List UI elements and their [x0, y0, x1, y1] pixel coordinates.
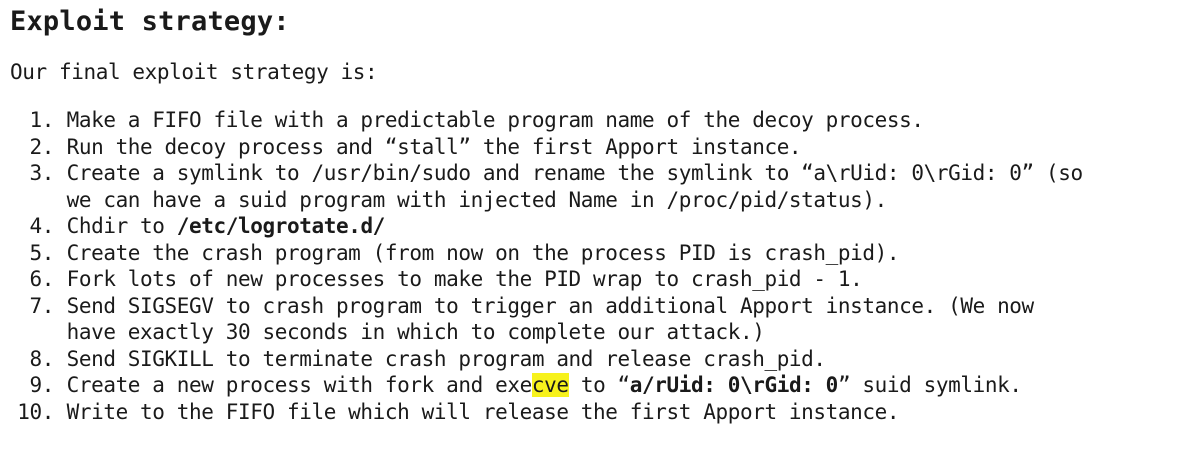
step-text: Chdir to /etc/logrotate.d/	[66, 213, 386, 240]
step-text: we can have a suid program with injected…	[66, 187, 888, 212]
step-text-plain: ” suid symlink.	[837, 373, 1022, 397]
step-number: 5.	[29, 240, 55, 265]
step-number: 10.	[17, 399, 54, 424]
document: Exploit strategy: Our final exploit stra…	[10, 0, 1195, 425]
section-heading: Exploit strategy:	[10, 6, 290, 37]
step-number: 8.	[29, 346, 55, 371]
symlink-name-bold: a/rUid: 0\rGid: 0	[629, 373, 839, 397]
intro-text: Our final exploit strategy is:	[10, 60, 378, 84]
step-number: 1.	[29, 108, 55, 132]
step-text: Create a symlink to /usr/bin/sudo and re…	[66, 161, 1084, 185]
step-text: Write to the FIFO file which will releas…	[66, 399, 900, 424]
step-text-plain: Chdir to	[66, 214, 177, 238]
list-item: 1. Make a FIFO file with a predictable p…	[10, 107, 1195, 134]
list-item: 9. Create a new process with fork and ex…	[10, 372, 1195, 399]
list-item: 7. Send SIGSEGV to crash program to trig…	[10, 293, 1195, 320]
highlighted-text: cve	[531, 373, 569, 397]
list-item: 6. Fork lots of new processes to make th…	[10, 266, 1195, 293]
step-text: Create the crash program (from now on th…	[66, 240, 900, 265]
step-text: Send SIGKILL to terminate crash program …	[66, 346, 826, 371]
step-text-plain: to “	[568, 373, 630, 397]
path-bold: /etc/logrotate.d/	[176, 214, 386, 238]
step-text: Create a new process with fork and execv…	[67, 372, 1022, 399]
steps-list: 1. Make a FIFO file with a predictable p…	[10, 107, 1195, 425]
list-item: 3. Create a symlink to /usr/bin/sudo and…	[10, 160, 1195, 187]
list-item: 2. Run the decoy process and “stall” the…	[10, 134, 1195, 161]
step-text-plain: Create a new process with fork and exe	[66, 373, 533, 397]
list-item-continuation: have exactly 30 seconds in which to comp…	[10, 319, 1195, 346]
step-text: Send SIGSEGV to crash program to trigger…	[66, 293, 1035, 318]
step-number: 6.	[29, 267, 55, 291]
list-item: 5. Create the crash program (from now on…	[10, 240, 1195, 267]
list-item: 10. Write to the FIFO file which will re…	[10, 399, 1195, 426]
list-item: 8. Send SIGKILL to terminate crash progr…	[10, 346, 1195, 373]
step-text: Make a FIFO file with a predictable prog…	[66, 108, 924, 132]
step-text: Run the decoy process and “stall” the fi…	[66, 134, 802, 159]
step-text: have exactly 30 seconds in which to comp…	[66, 320, 765, 344]
step-number: 7.	[29, 293, 55, 318]
step-number: 9.	[29, 373, 55, 397]
list-item: 4. Chdir to /etc/logrotate.d/	[10, 213, 1195, 240]
list-item-continuation: we can have a suid program with injected…	[10, 187, 1195, 214]
step-text: Fork lots of new processes to make the P…	[66, 267, 863, 291]
step-number: 2.	[29, 134, 55, 159]
step-number: 4.	[29, 214, 55, 238]
step-number: 3.	[29, 161, 55, 185]
